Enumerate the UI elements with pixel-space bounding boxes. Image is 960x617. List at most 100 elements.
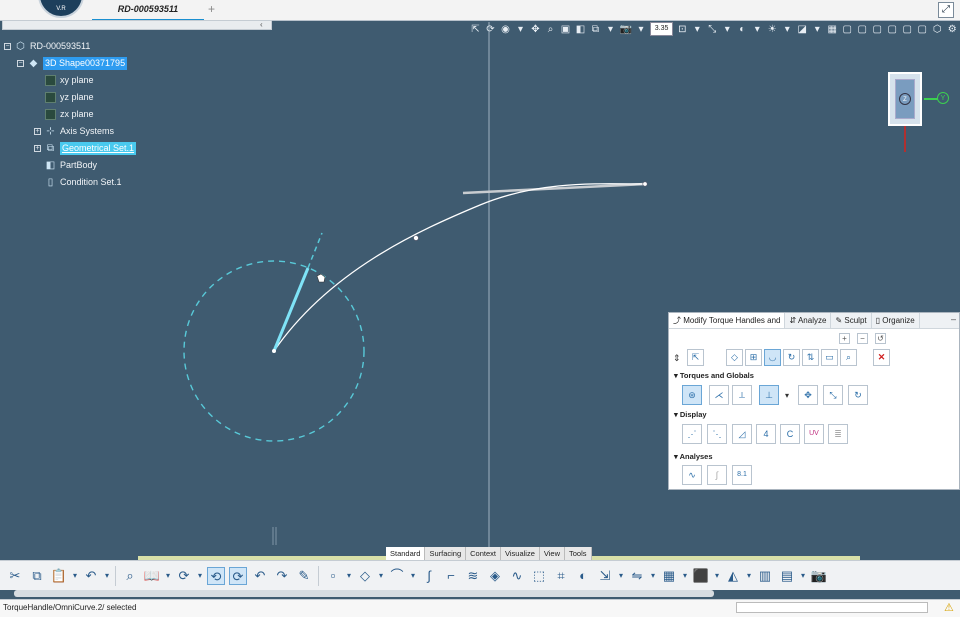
surface-mode-icon[interactable]: ◇ [726,349,743,366]
tab-organize[interactable]: ▯ Organize [872,313,920,328]
chevron-down-icon[interactable]: ▾ [618,567,624,585]
camera-icon[interactable]: 📷 [620,23,632,36]
pattern-icon[interactable]: ▦ [660,567,678,585]
net-surface-icon[interactable]: ∿ [508,567,526,585]
capture-icon[interactable]: 📷 [810,567,828,585]
chevron-down-icon[interactable]: ▾ [72,567,78,585]
tree-item[interactable]: yz plane [4,89,264,106]
right-view-icon[interactable]: ▢ [886,23,898,36]
copy-icon[interactable]: ⧉ [28,567,46,585]
tab-sculpt[interactable]: ✎ Sculpt [831,313,872,328]
front-view-icon[interactable]: ▢ [841,23,853,36]
minimize-icon[interactable]: – [951,314,956,324]
warning-icon[interactable]: ⚠ [944,601,954,614]
inspect-icon[interactable]: ⌕ [840,349,857,366]
display-continuity-icon[interactable]: C [780,424,800,444]
chevron-down-icon[interactable]: ▾ [714,567,720,585]
zoom-area-icon[interactable]: ⌕ [121,567,139,585]
redo-curve-icon[interactable]: ↷ [273,567,291,585]
axis-torque-icon[interactable]: ⊥ [759,385,779,405]
twist-mode-icon[interactable]: ⇅ [802,349,819,366]
tree-item[interactable]: − ◆ 3D Shape00371795 [4,55,264,72]
document-tab[interactable]: RD-000593511 [92,0,204,21]
tree-item[interactable]: + ⧉ Geometrical Set.1 [4,140,264,157]
expand-icon[interactable]: + [34,128,41,135]
bottom-view-icon[interactable]: ▢ [916,23,928,36]
box-analysis-icon[interactable]: ⬛ [692,567,710,585]
tab-standard[interactable]: Standard [386,547,426,560]
top-view-icon[interactable]: ▢ [901,23,913,36]
iso-view-icon[interactable]: ⬡ [931,23,943,36]
tab-analyze[interactable]: ⇵ Analyze [785,313,832,328]
rotate-torque-icon[interactable]: ↻ [848,385,868,405]
measure-analysis-icon[interactable]: 8.1 [732,465,752,485]
display-degree-icon[interactable]: 4 [756,424,776,444]
blend-curve-icon[interactable]: ⌐ [442,567,460,585]
chevron-down-icon[interactable]: ▾ [635,23,647,36]
add-icon[interactable]: + [839,333,850,344]
offset-icon[interactable]: ◐ [574,567,592,585]
view-cube-icon[interactable]: ▦ [826,23,838,36]
chevron-down-icon[interactable]: ▾ [800,567,806,585]
horizontal-scrollbar[interactable] [14,590,714,597]
tree-item[interactable]: xy plane [4,72,264,89]
manipulate-icon[interactable]: ⟲ [207,566,225,585]
reset-icon[interactable]: ↺ [875,333,886,344]
tree-filter-bar[interactable] [2,20,272,30]
chevron-down-icon[interactable]: ▾ [811,23,823,36]
display-control-points-icon[interactable]: ⋰ [682,424,702,444]
paste-icon[interactable]: 📋 [50,567,68,585]
back-view-icon[interactable]: ▢ [856,23,868,36]
collapse-icon[interactable]: − [17,60,24,67]
collapse-panel-icon[interactable]: ‹ [260,20,263,29]
chevron-down-icon[interactable]: ▾ [691,23,703,36]
curvature-analysis-icon[interactable]: ∿ [682,465,702,485]
chevron-down-icon[interactable]: ▾ [721,23,733,36]
chevron-down-icon[interactable]: ▾ [197,567,203,585]
pan-icon[interactable]: ✥ [530,23,542,36]
curve-mode-icon[interactable]: ◡ [764,349,781,366]
more-icon[interactable]: ⇕ [673,353,681,364]
display-curve-points-icon[interactable]: ⋱ [707,424,727,444]
view-compass[interactable]: Z [888,72,922,126]
translate-icon[interactable]: ⇲ [596,567,614,585]
tab-surfacing[interactable]: Surfacing [425,547,467,560]
chevron-down-icon[interactable]: ▾ [410,567,416,585]
cut-icon[interactable]: ✂ [6,567,24,585]
zoom-icon[interactable]: ⌕ [545,23,557,36]
global-torque-icon[interactable]: ⊛ [682,385,702,405]
chevron-down-icon[interactable]: ▾ [104,567,110,585]
chevron-down-icon[interactable]: ▾ [751,23,763,36]
render-icon[interactable]: ▤ [778,567,796,585]
chevron-down-icon[interactable]: ▾ [515,23,527,36]
tab-tools[interactable]: Tools [565,547,592,560]
trim-icon[interactable]: ⌗ [552,567,570,585]
plane-icon[interactable]: ◇ [356,567,374,585]
draft-analysis-icon[interactable]: ◭ [724,567,742,585]
move-icon[interactable]: ✥ [798,385,818,405]
chevron-down-icon[interactable]: ▾ [785,391,789,400]
undo-icon[interactable]: ↶ [82,567,100,585]
chevron-down-icon[interactable]: ▾ [605,23,617,36]
tree-item[interactable]: + ⊹ Axis Systems [4,123,264,140]
tab-view[interactable]: View [540,547,566,560]
rotate-icon[interactable]: ⟳ [485,23,497,36]
settings-icon[interactable]: ⚙ [946,23,958,36]
fill-surface-icon[interactable]: ◈ [486,567,504,585]
chevron-down-icon[interactable]: ▾ [650,567,656,585]
perspective-icon[interactable]: ⤡ [706,23,718,36]
normal-view-icon[interactable]: ◧ [575,23,587,36]
spline-icon[interactable]: ∫ [420,567,438,585]
tab-visualize[interactable]: Visualize [501,547,540,560]
chevron-down-icon[interactable]: ▾ [682,567,688,585]
select-handle-icon[interactable]: ⇱ [687,349,704,366]
collapse-icon[interactable]: − [4,43,11,50]
loop-mode-icon[interactable]: ↻ [783,349,800,366]
display-uv-icon[interactable]: UV [804,424,824,444]
tab-context[interactable]: Context [466,547,501,560]
grid-mode-icon[interactable]: ⊞ [745,349,762,366]
point-icon[interactable]: ▫ [324,567,342,585]
hide-show-icon[interactable]: ◪ [796,23,808,36]
tree-item[interactable]: − ⬡ RD-000593511 [4,38,264,55]
zoom-level-field[interactable]: 3.35 [650,22,673,36]
